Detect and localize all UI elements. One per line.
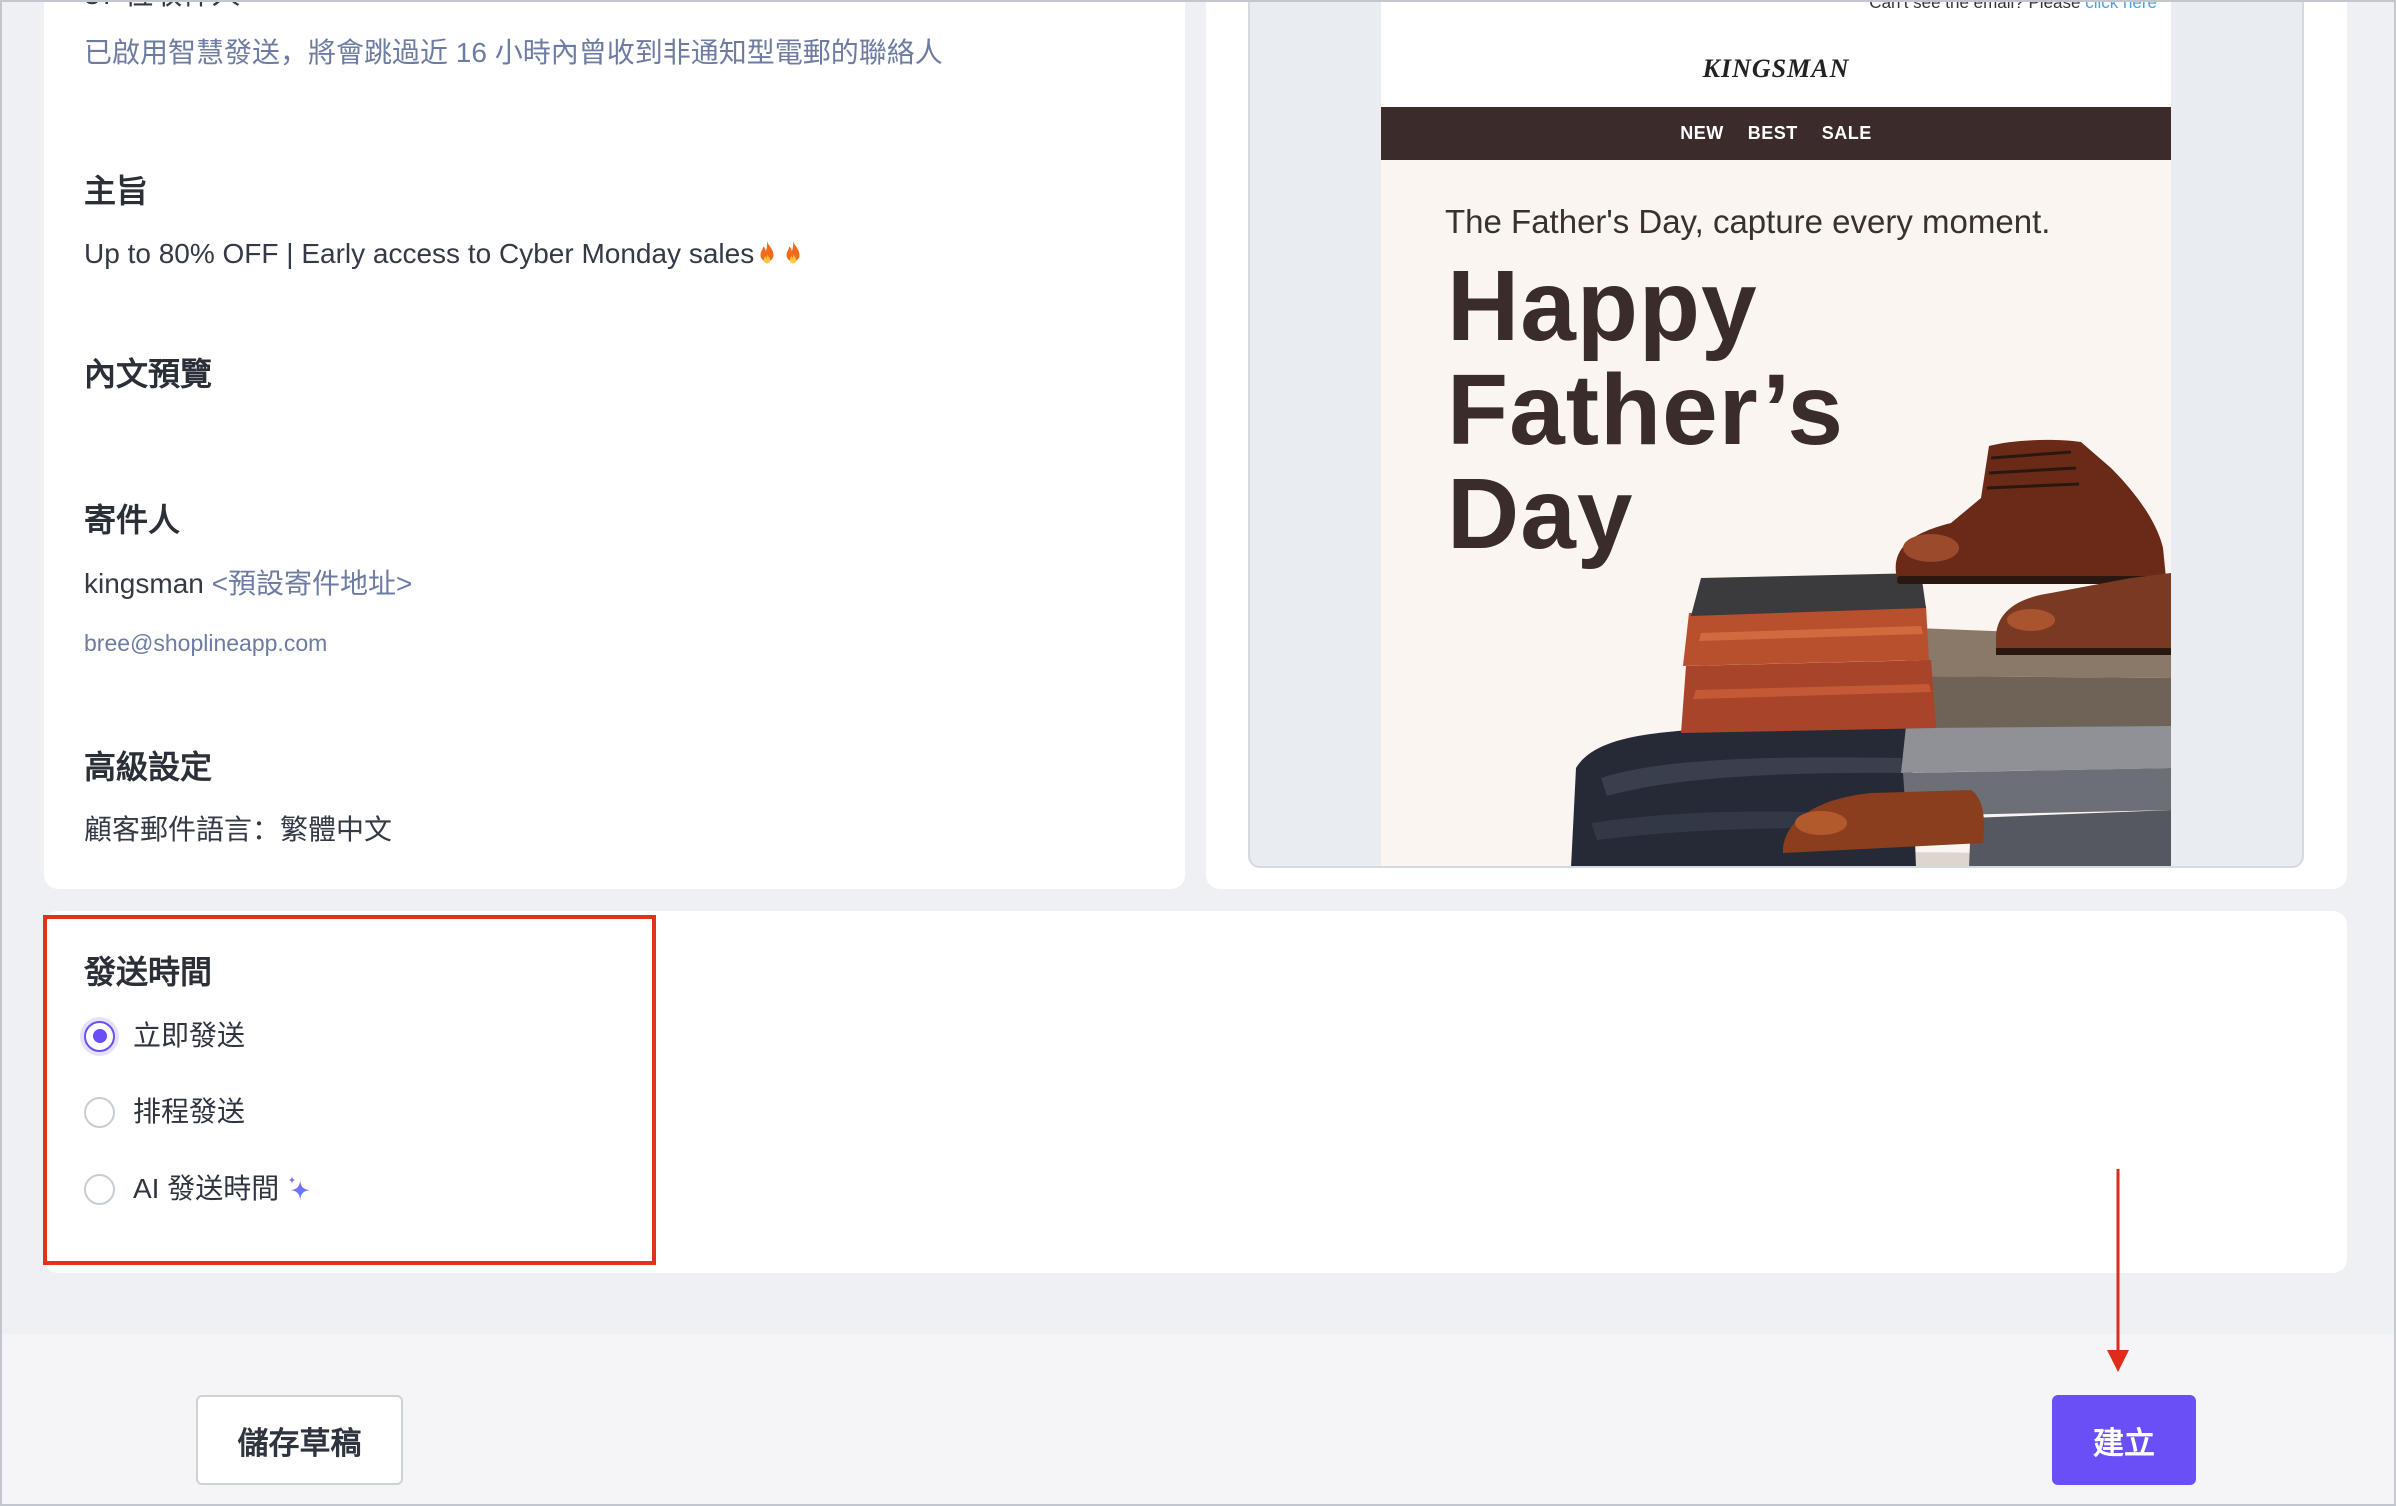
email-preview-frame[interactable]: Can't see the email? Please click here K… bbox=[1248, 0, 2304, 868]
action-footer: 儲存草稿 建立 bbox=[0, 1334, 2396, 1506]
email-nav-best[interactable]: BEST bbox=[1748, 123, 1798, 144]
campaign-summary-card: 37 位收件人 已啟用智慧發送，將會跳過近 16 小時內曾收到非通知型電郵的聯絡… bbox=[44, 0, 1185, 889]
preview-text-label: 內文預覽 bbox=[84, 356, 213, 392]
email-nav-sale[interactable]: SALE bbox=[1822, 123, 1872, 144]
view-in-browser-link[interactable]: click here bbox=[2085, 0, 2157, 12]
advanced-settings-label: 高級設定 bbox=[84, 749, 213, 785]
email-language: 顧客郵件語言：繁體中文 bbox=[84, 814, 393, 845]
fire-icon bbox=[780, 240, 806, 268]
sender-label: 寄件人 bbox=[84, 502, 181, 538]
email-body: Can't see the email? Please click here K… bbox=[1381, 0, 2171, 866]
fire-icon bbox=[754, 240, 780, 268]
sender-email: bree@shoplineapp.com bbox=[84, 630, 328, 656]
save-draft-button[interactable]: 儲存草稿 bbox=[196, 1395, 403, 1485]
annotation-arrow-icon bbox=[2107, 1169, 2129, 1372]
sender-name: kingsman bbox=[84, 568, 204, 599]
smart-send-note: 已啟用智慧發送，將會跳過近 16 小時內曾收到非通知型電郵的聯絡人 bbox=[84, 37, 943, 68]
hero-headline-line: Happy bbox=[1447, 250, 1758, 362]
sender-line: kingsman <預設寄件地址> bbox=[84, 566, 412, 602]
email-hero-banner: The Father's Day, capture every moment. … bbox=[1381, 160, 2171, 866]
recipient-count: 37 位收件人 bbox=[84, 0, 240, 13]
campaign-review-page: 37 位收件人 已啟用智慧發送，將會跳過近 16 小時內曾收到非通知型電郵的聯絡… bbox=[0, 0, 2396, 1506]
view-in-browser-note: Can't see the email? Please click here bbox=[1869, 0, 2157, 14]
email-brand-logo: KINGSMAN bbox=[1702, 54, 1850, 83]
email-nav-new[interactable]: NEW bbox=[1680, 123, 1724, 144]
email-nav-bar: NEW BEST SALE bbox=[1381, 107, 2171, 160]
subject-value: Up to 80% OFF | Early access to Cyber Mo… bbox=[84, 236, 806, 272]
create-button[interactable]: 建立 bbox=[2052, 1395, 2196, 1485]
subject-label: 主旨 bbox=[84, 173, 149, 209]
hero-product-image bbox=[1571, 439, 2171, 866]
subject-text: Up to 80% OFF | Early access to Cyber Mo… bbox=[84, 238, 755, 269]
hero-tagline: The Father's Day, capture every moment. bbox=[1445, 203, 2051, 240]
send-time-highlight-box bbox=[43, 915, 656, 1265]
default-sender-tag: <預設寄件地址> bbox=[211, 568, 413, 599]
email-preview-card: Can't see the email? Please click here K… bbox=[1206, 0, 2347, 889]
view-in-browser-text: Can't see the email? Please bbox=[1869, 0, 2081, 12]
